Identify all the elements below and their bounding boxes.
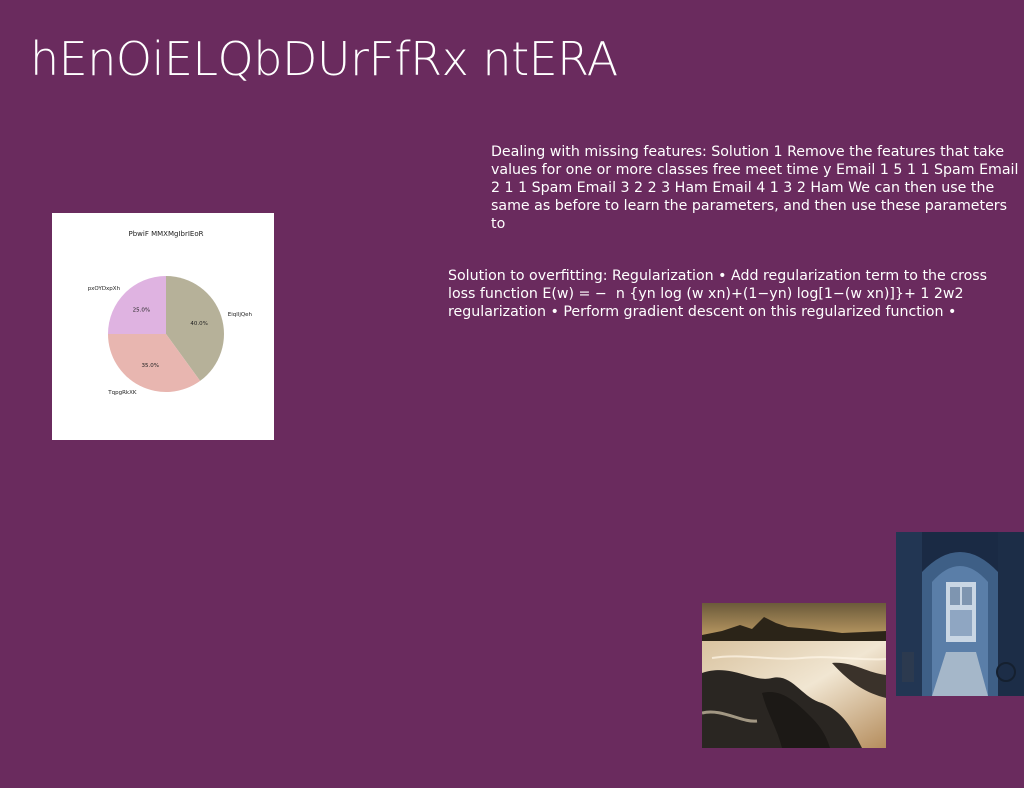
pie-category-label: TqpgRkXK: [107, 390, 137, 396]
slide-title: hEnOiELQbDUrFfRx ntERA: [30, 32, 618, 86]
pie-chart: PbwiF MMXMgIbrIEoR 40.0% EiqlljQeh 35.0% Tq…: [88, 230, 253, 396]
stormy-sea-photo: [702, 603, 886, 748]
missing-features-text: Dealing with missing features: Solution …: [491, 144, 1019, 232]
pie-pct-label: 35.0%: [141, 363, 158, 369]
pie-chart-image: PbwiF MMXMgIbrIEoR 40.0% EiqlljQeh 35.0% Tq…: [52, 213, 274, 440]
pie-pct-label: 40.0%: [190, 321, 207, 327]
pie-slice-pxOYDxpXh: [108, 276, 166, 334]
archway-alley-photo: [896, 532, 1024, 696]
regularization-text: Solution to overfitting: Regularization …: [448, 268, 988, 320]
pie-category-label: pxOYDxpXh: [88, 286, 121, 292]
pie-pct-label: 25.0%: [133, 307, 150, 313]
pie-category-label: EiqlljQeh: [228, 312, 253, 318]
chart-title: PbwiF MMXMgIbrIEoR: [129, 230, 204, 238]
